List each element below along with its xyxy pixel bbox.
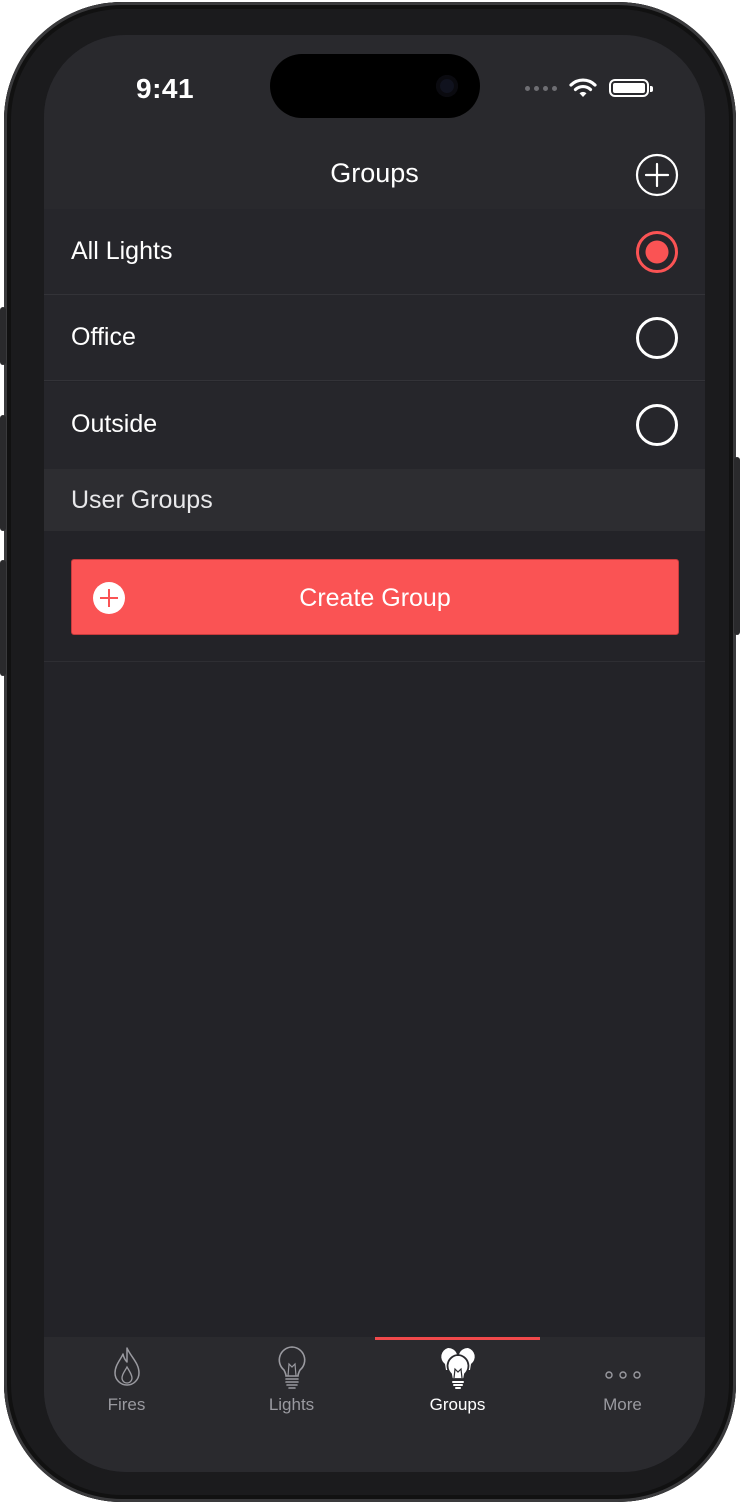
cellular-signal-icon xyxy=(525,85,557,91)
dynamic-island xyxy=(270,54,480,118)
power-button xyxy=(734,457,740,635)
create-group-cell: Create Group xyxy=(44,531,705,662)
lightbulb-icon xyxy=(278,1346,305,1389)
battery-icon xyxy=(609,79,653,97)
group-row-outside[interactable]: Outside xyxy=(44,382,705,469)
group-row-all-lights[interactable]: All Lights xyxy=(44,209,705,295)
status-bar: 9:41 xyxy=(44,35,705,145)
more-dots-icon xyxy=(604,1371,641,1379)
lightbulbs-group-icon xyxy=(440,1347,475,1389)
volume-down-button xyxy=(0,560,6,676)
add-group-button[interactable] xyxy=(635,153,679,197)
radio-selected-icon[interactable] xyxy=(635,230,679,274)
screen: 9:41 Groups All Lights Office Outside Us… xyxy=(44,35,705,1472)
navigation-bar: Groups xyxy=(44,145,705,209)
status-icons xyxy=(525,77,653,99)
tab-groups[interactable]: Groups xyxy=(375,1337,540,1472)
create-group-label: Create Group xyxy=(299,584,451,612)
section-label: User Groups xyxy=(71,486,213,514)
flame-icon xyxy=(113,1347,140,1386)
group-label: Office xyxy=(71,323,136,351)
tab-lights[interactable]: Lights xyxy=(209,1337,374,1472)
tab-label: Lights xyxy=(268,1395,315,1414)
tab-label: Groups xyxy=(429,1395,486,1414)
tab-label: More xyxy=(603,1395,642,1414)
tab-more[interactable]: More xyxy=(540,1337,705,1472)
volume-up-button xyxy=(0,415,6,531)
section-header-user-groups: User Groups xyxy=(44,469,705,531)
tab-fires[interactable]: Fires xyxy=(44,1337,209,1472)
create-group-button[interactable]: Create Group xyxy=(71,559,679,635)
group-row-office[interactable]: Office xyxy=(44,295,705,381)
tab-bar: Fires Lights Groups More xyxy=(44,1337,705,1472)
page-title: Groups xyxy=(330,158,419,188)
camera-icon xyxy=(436,75,458,97)
group-label: Outside xyxy=(71,410,158,438)
group-label: All Lights xyxy=(71,237,173,265)
radio-unselected-icon[interactable] xyxy=(635,316,679,360)
status-time: 9:41 xyxy=(136,73,195,104)
phone-frame: 9:41 Groups All Lights Office Outside Us… xyxy=(0,2,740,1502)
radio-unselected-icon[interactable] xyxy=(635,403,679,447)
action-button xyxy=(0,307,6,365)
tab-label: Fires xyxy=(107,1395,146,1414)
wifi-icon xyxy=(569,78,597,97)
